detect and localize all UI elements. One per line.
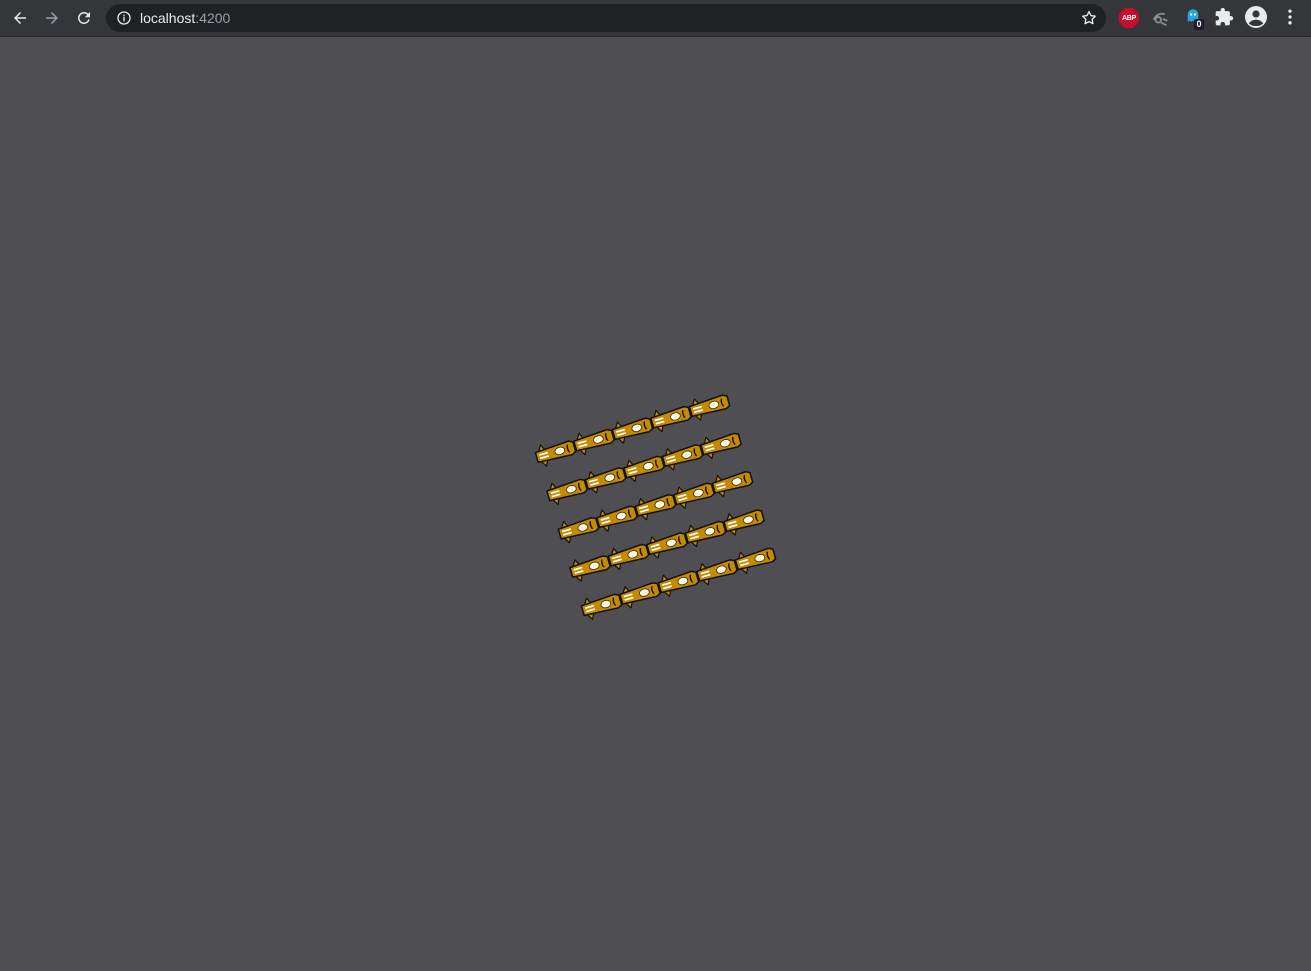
- car-sprite: [721, 504, 767, 538]
- url-text[interactable]: localhost:4200: [140, 10, 230, 26]
- car-sprite: [555, 512, 602, 546]
- address-bar[interactable]: localhost:4200: [106, 4, 1106, 32]
- car-sprite: [655, 565, 702, 600]
- abp-icon: ABP: [1119, 8, 1139, 28]
- kebab-menu-icon: [1288, 9, 1292, 25]
- puzzle-icon: [1215, 7, 1234, 26]
- badge-count: 0: [1194, 19, 1204, 30]
- car-sprite: [671, 477, 717, 511]
- game-canvas[interactable]: [0, 37, 1311, 971]
- car-sprite: [532, 435, 579, 469]
- car-sprite: [686, 389, 733, 423]
- car-sprite: [682, 515, 729, 550]
- browser-toolbar: localhost:4200 ABP 0: [0, 0, 1311, 37]
- car-sprite: [644, 527, 690, 561]
- back-arrow-icon: [14, 12, 26, 24]
- info-icon[interactable]: [116, 10, 132, 26]
- car-sprite: [617, 577, 663, 611]
- back-button[interactable]: [6, 4, 34, 32]
- extensions-button[interactable]: [1214, 7, 1236, 29]
- forward-arrow-icon: [46, 12, 58, 24]
- car-sprite: [605, 538, 652, 573]
- car-sprite: [621, 450, 667, 485]
- car-sprite: [544, 473, 590, 508]
- reload-icon: [77, 11, 90, 24]
- browser-menu-button[interactable]: [1280, 7, 1302, 29]
- car-sprite: [609, 412, 656, 446]
- url-port: :4200: [195, 10, 231, 26]
- account-circle-icon: [1245, 6, 1267, 28]
- url-host: localhost: [140, 10, 196, 26]
- car-sprite: [698, 427, 744, 462]
- profile-button[interactable]: [1245, 6, 1267, 29]
- car-sprite: [632, 489, 679, 523]
- car-sprite: [659, 439, 706, 473]
- reload-button[interactable]: [70, 4, 98, 32]
- car-sprite: [582, 462, 629, 496]
- car-sprite: [594, 500, 640, 534]
- car-sprite: [648, 400, 694, 435]
- extension-button[interactable]: [1150, 7, 1172, 29]
- car-sprite: [567, 550, 613, 584]
- adblock-extension-button[interactable]: ABP: [1118, 7, 1140, 29]
- car-sprite: [732, 542, 779, 577]
- sprite-grid: [532, 389, 779, 623]
- star-icon[interactable]: [1080, 9, 1098, 27]
- ghostery-extension-button[interactable]: 0: [1184, 7, 1206, 30]
- car-sprite: [571, 423, 617, 458]
- car-sprite: [578, 588, 625, 623]
- car-sprite: [709, 466, 756, 500]
- car-sprite: [694, 554, 740, 588]
- telescope-icon: [1152, 12, 1168, 27]
- forward-button[interactable]: [38, 4, 66, 32]
